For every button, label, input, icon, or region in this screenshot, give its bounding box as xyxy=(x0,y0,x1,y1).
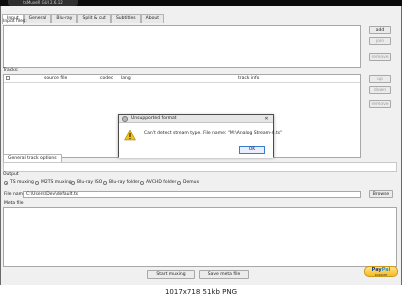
col-codec: codec xyxy=(100,76,114,81)
meta-file-label: Meta file xyxy=(4,201,24,206)
radio-blu-ray-iso[interactable]: Blu-ray ISO xyxy=(71,180,102,185)
radio-demux-label: Demux xyxy=(183,180,200,185)
remove-track-button[interactable]: remove xyxy=(369,100,391,108)
col-source-file: source file xyxy=(44,76,68,81)
radio-blu-ray-iso-label: Blu-ray ISO xyxy=(77,180,103,185)
unsupported-format-dialog: Unsupported format ✕ Can't detect stream… xyxy=(118,114,282,158)
down-button[interactable]: down xyxy=(369,86,391,94)
dialog-title: Unsupported format xyxy=(131,116,177,121)
radio-dot xyxy=(71,180,75,185)
up-button[interactable]: up xyxy=(369,75,391,83)
radio-blu-ray-folder[interactable]: Blu-ray folder xyxy=(103,180,140,185)
tracks-select-all-checkbox[interactable] xyxy=(6,76,10,80)
warning-icon xyxy=(124,129,136,141)
tab-general[interactable]: General xyxy=(23,14,52,23)
radio-ts-muxing-label: TS muxing xyxy=(10,180,34,185)
tab-about[interactable]: About xyxy=(140,14,164,23)
dialog-message: Can't detect stream type. File name: "M:… xyxy=(144,131,283,136)
close-icon[interactable]: ✕ xyxy=(262,116,271,122)
dialog-body: Can't detect stream type. File name: "M:… xyxy=(119,123,282,158)
input-files-list[interactable] xyxy=(3,25,361,68)
radio-dot xyxy=(35,180,39,185)
tab-subtitles[interactable]: Subtitles xyxy=(110,14,141,23)
add-button[interactable]: add xyxy=(369,26,391,34)
ok-button[interactable]: OK xyxy=(239,146,265,154)
image-caption: 1017x718 51kb PNG xyxy=(0,285,402,299)
save-meta-file-button[interactable]: Save meta file xyxy=(199,270,249,279)
dialog-titlebar: Unsupported format ✕ xyxy=(119,115,273,123)
radio-dot xyxy=(103,180,107,185)
file-name-input[interactable]: C:\Users\Dev\default.ts xyxy=(23,191,361,198)
start-muxing-button[interactable]: Start muxing xyxy=(147,270,195,279)
col-lang: lang xyxy=(121,76,131,81)
screenshot-stage: tsMuxeR GUI 2.6.12 Input General Blu-ray… xyxy=(0,0,402,299)
tracks-label: Tracks: xyxy=(3,68,19,73)
general-track-options-panel xyxy=(3,162,397,172)
app-icon xyxy=(122,116,128,122)
table-header-divider xyxy=(4,82,360,83)
col-track-info: track info xyxy=(238,76,260,81)
meta-file-area[interactable] xyxy=(3,207,397,267)
radio-dot xyxy=(177,180,181,185)
join-button[interactable]: join xyxy=(369,37,391,45)
remove-file-button[interactable]: remove xyxy=(369,53,391,61)
radio-demux[interactable]: Demux xyxy=(177,180,199,185)
paypal-donate-button[interactable]: PayPal DONATE xyxy=(364,266,398,277)
paypal-donate-label: DONATE xyxy=(374,273,388,277)
browse-button[interactable]: Browse xyxy=(369,190,393,198)
radio-dot xyxy=(140,180,144,185)
radio-dot-selected xyxy=(4,180,8,185)
input-files-label: Input files: xyxy=(3,19,27,24)
output-label: Output xyxy=(3,172,19,177)
radio-m2ts-muxing-label: M2TS muxing xyxy=(41,180,72,185)
radio-blu-ray-folder-label: Blu-ray folder xyxy=(109,180,140,185)
tab-split-cut[interactable]: Split & cut xyxy=(77,14,111,23)
radio-avchd-folder[interactable]: AVCHD folder xyxy=(140,180,176,185)
radio-ts-muxing[interactable]: TS muxing xyxy=(4,180,34,185)
radio-m2ts-muxing[interactable]: M2TS muxing xyxy=(35,180,72,185)
radio-avchd-folder-label: AVCHD folder xyxy=(146,180,177,185)
tab-blu-ray[interactable]: Blu-ray xyxy=(51,14,78,23)
